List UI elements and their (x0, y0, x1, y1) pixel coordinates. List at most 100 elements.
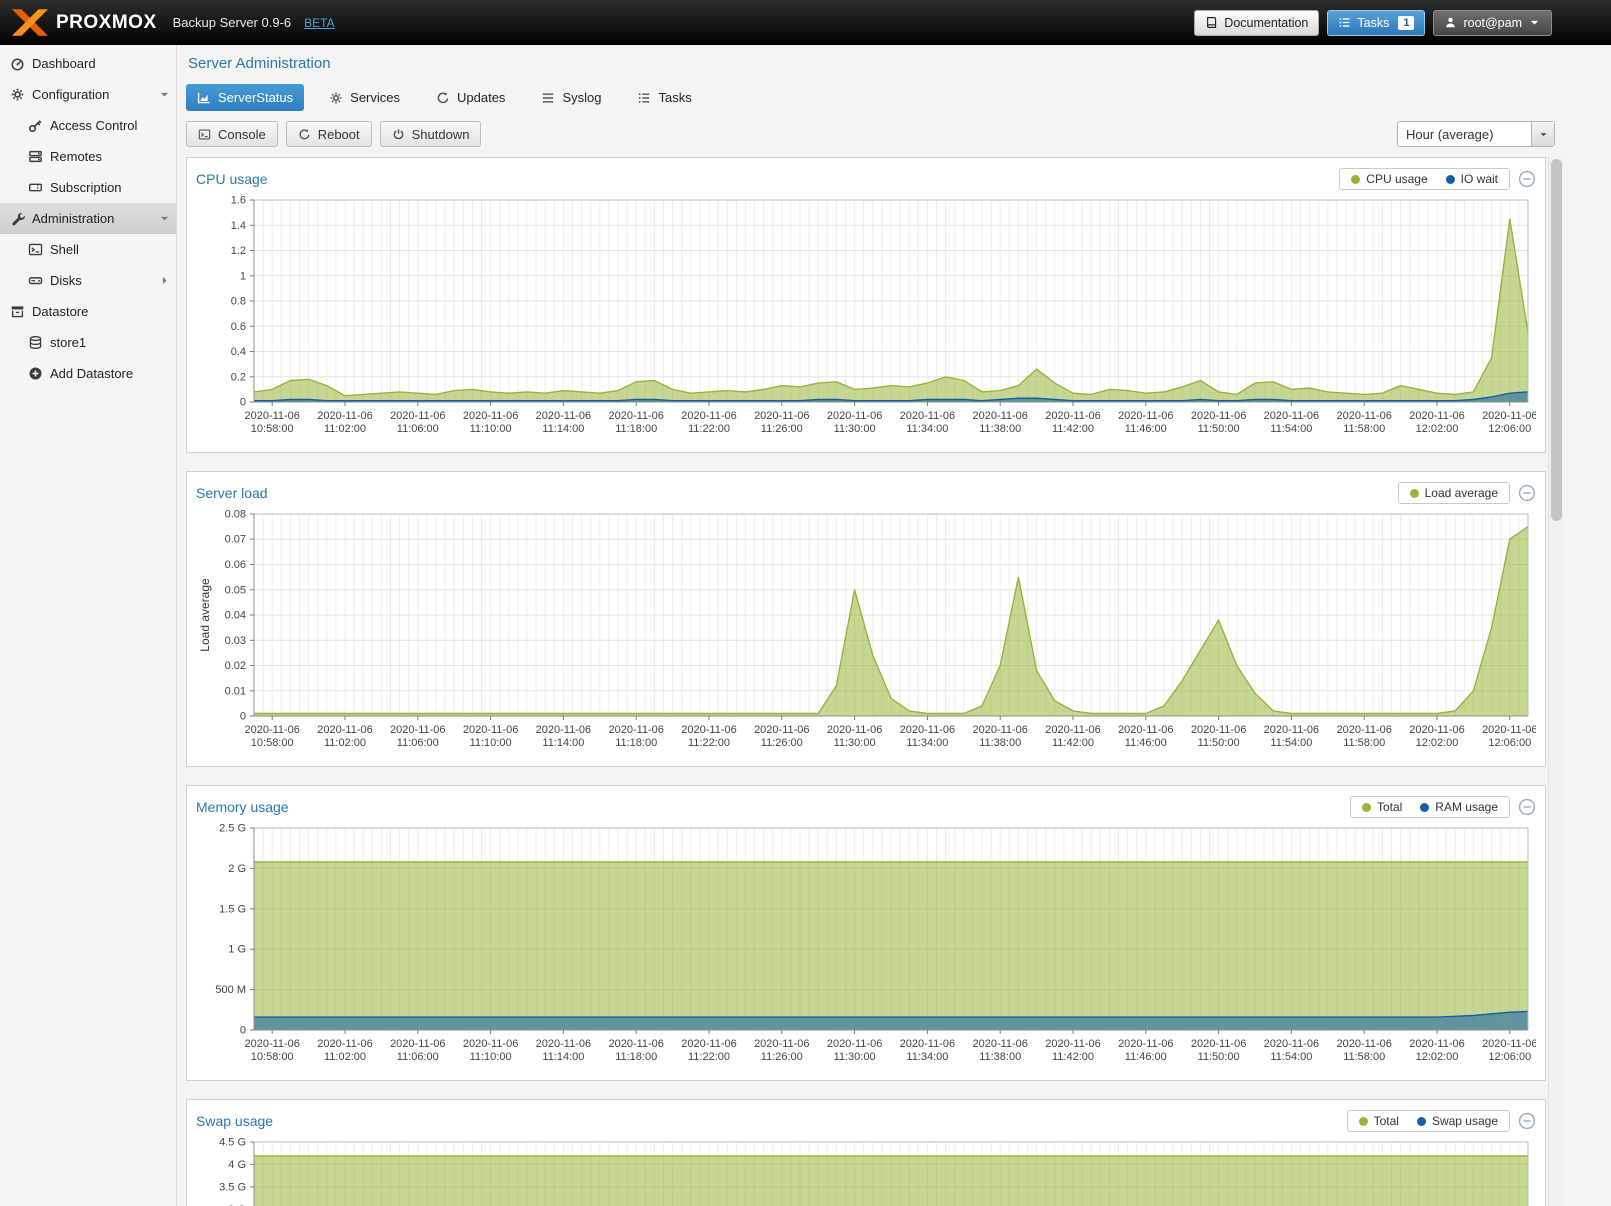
panel-load: Server loadLoad average00.010.020.030.04… (186, 471, 1546, 767)
timeframe-select[interactable]: Hour (average) (1397, 121, 1555, 147)
svg-text:11:30:00: 11:30:00 (834, 737, 876, 749)
svg-text:2020-11-06: 2020-11-06 (1191, 1038, 1246, 1050)
combo-dropdown-trigger[interactable] (1531, 122, 1554, 146)
sidebar-item-shell[interactable]: Shell (0, 234, 176, 265)
scrollbar-thumb[interactable] (1551, 159, 1562, 521)
svg-text:11:34:00: 11:34:00 (906, 423, 948, 435)
sidebar-item-subscription[interactable]: Subscription (0, 172, 176, 203)
reboot-button[interactable]: Reboot (286, 121, 372, 147)
sidebar-item-access-control[interactable]: Access Control (0, 110, 176, 141)
user-icon (1444, 16, 1457, 29)
svg-text:11:34:00: 11:34:00 (906, 737, 948, 749)
svg-text:2020-11-06: 2020-11-06 (972, 1038, 1027, 1050)
proxmox-logo-icon (12, 9, 48, 36)
svg-text:2020-11-06: 2020-11-06 (1264, 724, 1319, 736)
vertical-scrollbar[interactable] (1548, 157, 1563, 1206)
legend-dot-icon (1417, 1117, 1426, 1126)
power-icon (392, 128, 405, 141)
version-text: Backup Server 0.9-6 (173, 15, 292, 30)
svg-text:11:30:00: 11:30:00 (834, 423, 876, 435)
legend-dot-icon (1446, 175, 1455, 184)
svg-text:2020-11-06: 2020-11-06 (681, 1038, 736, 1050)
brand: PROXMOX Backup Server 0.9-6 BETA (12, 9, 335, 36)
sidebar-item-store1[interactable]: store1 (0, 327, 176, 358)
sidebar-item-remotes[interactable]: Remotes (0, 141, 176, 172)
svg-text:10:58:00: 10:58:00 (251, 423, 294, 435)
svg-text:3.5 G: 3.5 G (219, 1181, 246, 1193)
archive-icon (10, 304, 25, 319)
tab-tasks[interactable]: Tasks (626, 84, 702, 111)
svg-text:11:26:00: 11:26:00 (761, 423, 803, 435)
user-menu-button[interactable]: root@pam (1433, 10, 1552, 36)
tasks-button[interactable]: Tasks 1 (1327, 10, 1425, 36)
svg-text:11:50:00: 11:50:00 (1198, 737, 1240, 749)
svg-text:11:50:00: 11:50:00 (1198, 423, 1240, 435)
svg-text:2 G: 2 G (228, 863, 246, 875)
sidebar-item-label: Datastore (32, 304, 88, 319)
chart-legend-swap: TotalSwap usage (1347, 1110, 1510, 1132)
svg-text:2020-11-06: 2020-11-06 (608, 724, 663, 736)
beta-link[interactable]: BETA (304, 16, 334, 30)
svg-text:2020-11-06: 2020-11-06 (1336, 1038, 1391, 1050)
caret-down-icon[interactable] (158, 212, 171, 225)
svg-text:11:10:00: 11:10:00 (470, 423, 512, 435)
gears-icon (329, 91, 343, 105)
collapse-panel-icon[interactable] (1518, 798, 1536, 816)
legend-item: IO wait (1446, 172, 1498, 186)
svg-text:11:38:00: 11:38:00 (979, 423, 1021, 435)
chart-legend-cpu: CPU usageIO wait (1339, 168, 1510, 190)
console-button[interactable]: Console (186, 121, 278, 147)
tab-label: Services (350, 90, 400, 105)
legend-dot-icon (1420, 803, 1429, 812)
svg-text:11:06:00: 11:06:00 (397, 1051, 439, 1063)
svg-text:11:06:00: 11:06:00 (397, 737, 439, 749)
panel-header-load: Server loadLoad average (196, 480, 1536, 506)
sidebar-item-configuration[interactable]: Configuration (0, 79, 176, 110)
svg-text:0.02: 0.02 (225, 660, 246, 672)
svg-text:11:22:00: 11:22:00 (688, 737, 730, 749)
chart-title-cpu: CPU usage (196, 171, 1339, 187)
sidebar-item-datastore[interactable]: Datastore (0, 296, 176, 327)
svg-text:11:46:00: 11:46:00 (1125, 1051, 1167, 1063)
terminal-icon (28, 242, 43, 257)
sidebar-item-administration[interactable]: Administration (0, 203, 176, 234)
sidebar-item-label: Configuration (32, 87, 109, 102)
sidebar-item-disks[interactable]: Disks (0, 265, 176, 296)
svg-text:0: 0 (240, 1025, 246, 1037)
svg-text:11:42:00: 11:42:00 (1052, 423, 1094, 435)
caret-right-icon[interactable] (158, 274, 171, 287)
legend-item: Total (1359, 1114, 1399, 1128)
tab-services[interactable]: Services (318, 84, 411, 111)
tab-updates[interactable]: Updates (425, 84, 516, 111)
tab-label: Tasks (658, 90, 691, 105)
documentation-button[interactable]: Documentation (1194, 10, 1319, 36)
collapse-panel-icon[interactable] (1518, 1112, 1536, 1130)
svg-text:2020-11-06: 2020-11-06 (317, 410, 372, 422)
svg-text:11:02:00: 11:02:00 (324, 737, 366, 749)
tab-label: Syslog (562, 90, 601, 105)
hdd-icon (28, 273, 43, 288)
caret-down-icon[interactable] (158, 88, 171, 101)
svg-text:11:18:00: 11:18:00 (615, 1051, 657, 1063)
toolbar-buttons: Console Reboot Shutdown (186, 121, 481, 147)
svg-text:11:58:00: 11:58:00 (1343, 1051, 1385, 1063)
legend-dot-icon (1410, 489, 1419, 498)
refresh-icon (298, 128, 311, 141)
collapse-panel-icon[interactable] (1518, 170, 1536, 188)
shutdown-button[interactable]: Shutdown (380, 121, 482, 147)
tab-label: Updates (457, 90, 505, 105)
tab-syslog[interactable]: Syslog (530, 84, 612, 111)
sidebar-item-add-datastore[interactable]: Add Datastore (0, 358, 176, 389)
svg-text:2020-11-06: 2020-11-06 (1482, 724, 1536, 736)
sidebar-item-label: store1 (50, 335, 86, 350)
sidebar-item-dashboard[interactable]: Dashboard (0, 48, 176, 79)
tab-serverstatus[interactable]: ServerStatus (186, 84, 304, 111)
collapse-panel-icon[interactable] (1518, 484, 1536, 502)
svg-text:0.4: 0.4 (231, 346, 246, 358)
svg-text:0.07: 0.07 (225, 534, 246, 546)
sidebar-item-label: Dashboard (32, 56, 96, 71)
chart-legend-memory: TotalRAM usage (1350, 796, 1510, 818)
key-icon (28, 118, 43, 133)
svg-text:2020-11-06: 2020-11-06 (1045, 410, 1100, 422)
svg-text:2020-11-06: 2020-11-06 (463, 724, 518, 736)
